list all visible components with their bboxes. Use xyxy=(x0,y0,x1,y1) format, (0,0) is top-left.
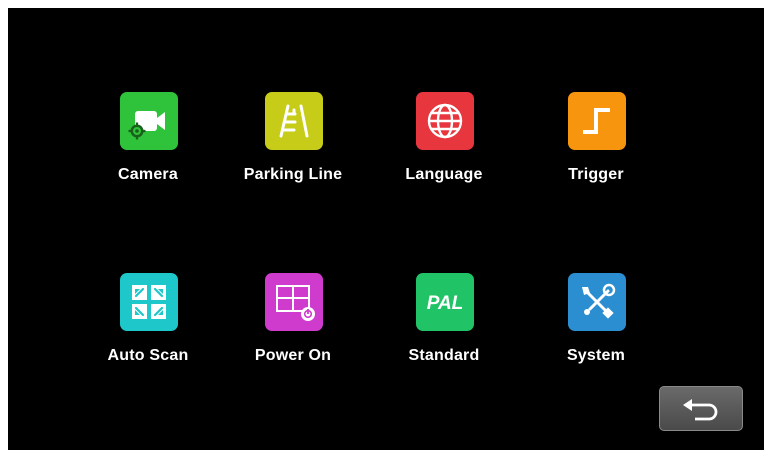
menu-item-trigger[interactable]: Trigger xyxy=(536,92,656,202)
menu-item-label: Trigger xyxy=(568,166,624,183)
trigger-icon xyxy=(568,92,626,150)
menu-item-power-on[interactable]: Power On xyxy=(233,273,353,383)
back-arrow-icon xyxy=(683,399,718,421)
menu-item-label: System xyxy=(566,347,626,364)
parking-line-icon xyxy=(265,92,323,150)
menu-item-auto-scan[interactable]: Auto Scan xyxy=(88,273,208,383)
pal-icon: PAL xyxy=(416,273,474,331)
menu-item-parking-line[interactable]: Parking Line xyxy=(233,92,353,202)
menu-item-label: Standard xyxy=(408,347,480,364)
menu-item-label: Parking Line xyxy=(243,166,343,183)
pal-icon-text: PAL xyxy=(427,293,464,314)
menu-item-label: Camera xyxy=(118,166,178,183)
menu-item-label: Auto Scan xyxy=(107,347,189,364)
menu-item-system[interactable]: System xyxy=(536,273,656,383)
menu-item-camera[interactable]: Camera xyxy=(88,92,208,202)
menu-item-standard[interactable]: PAL Standard xyxy=(384,273,504,383)
back-button[interactable] xyxy=(659,386,743,431)
tools-icon xyxy=(568,273,626,331)
menu-item-language[interactable]: Language xyxy=(384,92,504,202)
globe-icon xyxy=(416,92,474,150)
camera-icon xyxy=(120,92,178,150)
power-on-icon xyxy=(265,273,323,331)
menu-item-label: Language xyxy=(405,166,483,183)
menu-item-label: Power On xyxy=(254,347,332,364)
settings-menu-screen: Camera Parking Line Language Trigger Aut… xyxy=(8,8,764,450)
auto-scan-icon xyxy=(120,273,178,331)
